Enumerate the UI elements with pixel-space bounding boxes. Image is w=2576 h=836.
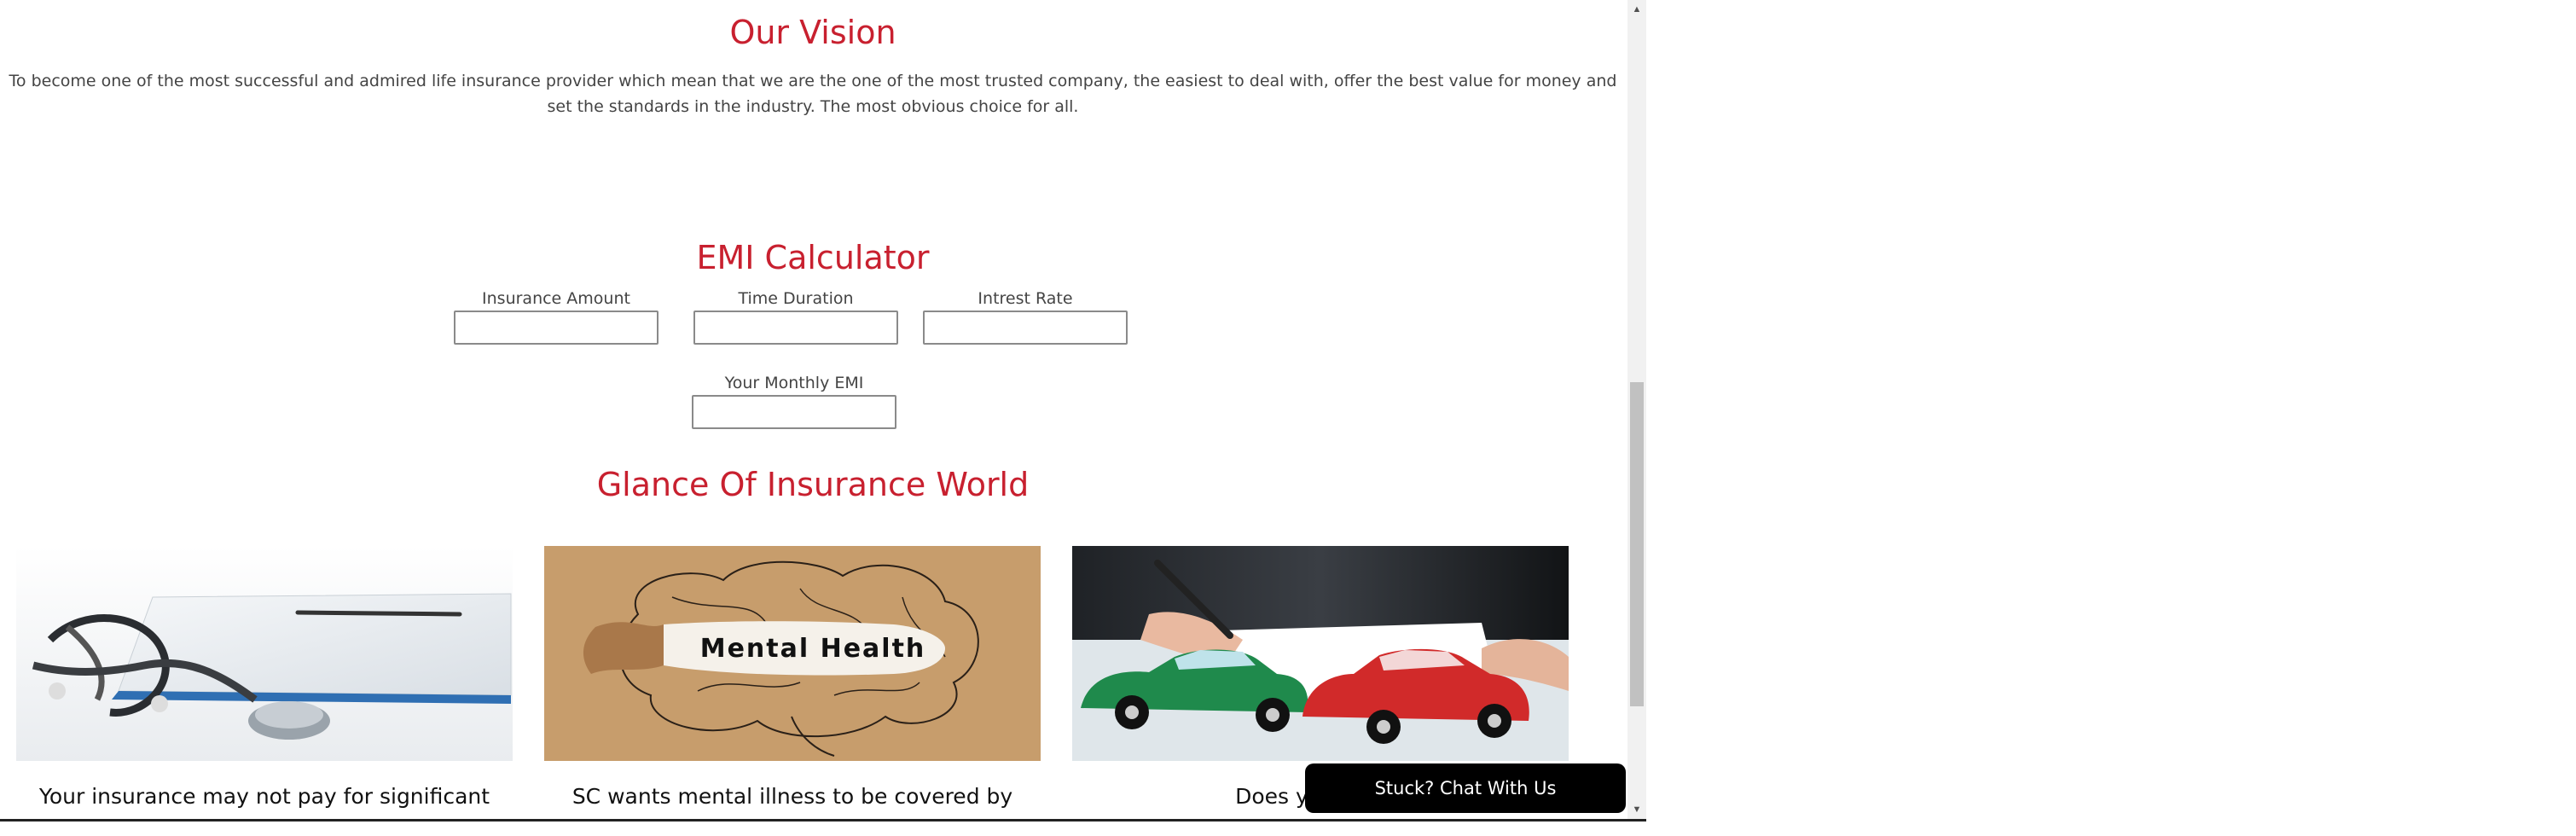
scrollbar-thumb[interactable] [1630, 382, 1644, 706]
card-title[interactable]: Your insurance may not pay for significa… [16, 781, 513, 812]
insurance-amount-input[interactable] [454, 311, 659, 345]
vertical-scrollbar[interactable]: ▲ ▼ [1627, 0, 1646, 819]
interest-rate-input[interactable] [923, 311, 1128, 345]
interest-rate-label: Intrest Rate [978, 289, 1073, 308]
chat-with-us-button[interactable]: Stuck? Chat With Us [1305, 763, 1626, 813]
vision-heading: Our Vision [729, 14, 896, 51]
vision-text: To become one of the most successful and… [9, 72, 1617, 116]
toy-cars-collision-image[interactable] [1072, 546, 1569, 761]
monthly-emi-output[interactable] [692, 395, 896, 429]
monthly-emi-label: Your Monthly EMI [724, 374, 864, 392]
monthly-emi-field: Your Monthly EMI [692, 373, 896, 429]
time-duration-field: Time Duration [693, 288, 898, 345]
scroll-up-arrow-icon[interactable]: ▲ [1627, 0, 1646, 19]
insurance-amount-label: Insurance Amount [482, 289, 630, 308]
insurance-amount-field: Insurance Amount [454, 288, 659, 345]
stethoscope-clipboard-image[interactable] [16, 546, 513, 761]
emi-calculator-heading: EMI Calculator [696, 239, 930, 276]
mental-health-image-text: Mental Health [700, 634, 926, 664]
page-viewport: Our Vision To become one of the most suc… [0, 0, 1626, 819]
scroll-down-arrow-icon[interactable]: ▼ [1627, 800, 1646, 819]
time-duration-input[interactable] [693, 311, 898, 345]
card-title[interactable]: SC wants mental illness to be covered by [544, 781, 1041, 812]
window-bottom-border [0, 819, 1646, 821]
glance-heading: Glance Of Insurance World [596, 466, 1030, 503]
mental-health-brain-image[interactable]: Mental Health [544, 546, 1041, 761]
time-duration-label: Time Duration [738, 289, 854, 308]
interest-rate-field: Intrest Rate [923, 288, 1128, 345]
